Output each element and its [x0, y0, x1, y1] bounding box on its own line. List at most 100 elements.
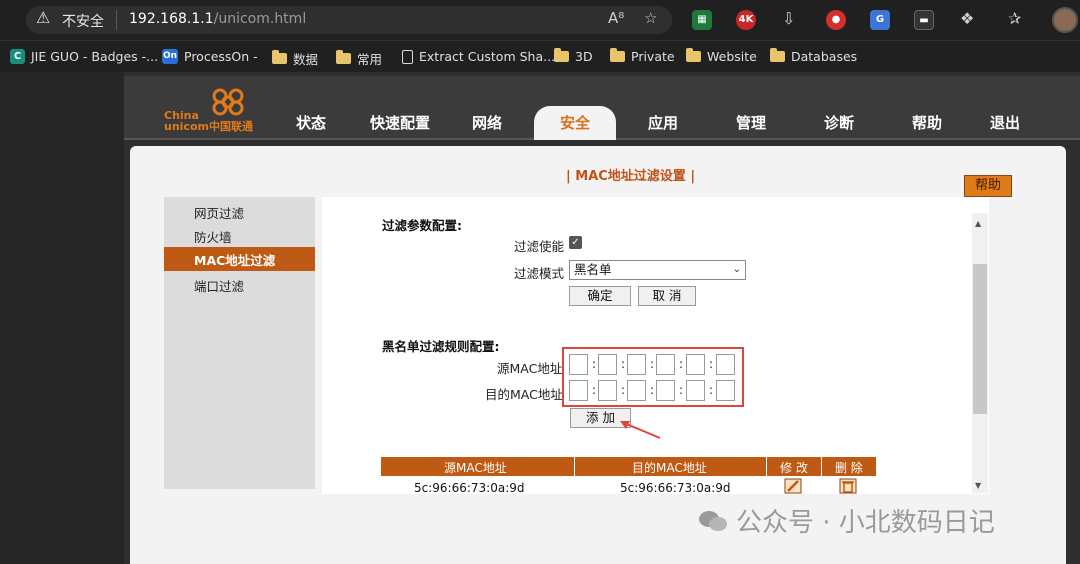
- src-mac-octet-1[interactable]: [569, 354, 588, 375]
- row-dst-mac: 5c:96:66:73:0a:9d: [620, 481, 731, 495]
- bookmark-c-icon: C: [10, 49, 25, 64]
- src-mac-octet-4[interactable]: [656, 354, 675, 375]
- filter-enable-label: 过滤使能: [514, 239, 565, 254]
- filter-mode-value: 黑名单: [574, 262, 612, 277]
- dst-mac-octet-1[interactable]: [569, 380, 588, 401]
- bookmark-label: JIE GUO - Badges -...: [31, 49, 159, 64]
- scroll-up-arrow-icon[interactable]: ▲: [975, 219, 981, 228]
- row-src-mac: 5c:96:66:73:0a:9d: [414, 481, 525, 495]
- nav-security[interactable]: 安全: [560, 112, 590, 133]
- sidebar-item-mac-filter-label: MAC地址过滤: [194, 253, 276, 268]
- bookmark-processon[interactable]: On ProcessOn -: [162, 49, 258, 64]
- url-path: /unicom.html: [213, 11, 307, 27]
- chevron-down-icon: ⌄: [732, 264, 741, 275]
- bookmark-label: Website: [707, 49, 757, 64]
- logo-line-2: unicom中国联通: [164, 120, 253, 133]
- page-left-margin: [0, 72, 124, 564]
- nav-manage[interactable]: 管理: [736, 112, 766, 133]
- src-mac-label: 源MAC地址: [497, 361, 563, 376]
- col-separator: [574, 457, 575, 494]
- watermark-text: 公众号 · 小北数码日记: [736, 508, 995, 538]
- mac-colon: :: [592, 383, 597, 397]
- col-edit: 修 改: [780, 461, 808, 475]
- nav-status[interactable]: 状态: [296, 112, 326, 133]
- insecure-label[interactable]: 不安全: [62, 11, 104, 31]
- dst-mac-octet-4[interactable]: [656, 380, 675, 401]
- security-sidebar: [164, 197, 315, 489]
- filter-mode-label: 过滤模式: [514, 266, 565, 281]
- bookmark-label: 常用: [357, 52, 383, 67]
- bookmark-extract[interactable]: Extract Custom Sha...: [402, 49, 555, 64]
- extension-terminal-icon[interactable]: ▬: [914, 10, 934, 30]
- browser-toolbar: ⚠ 不安全 192.168.1.1/unicom.html A⁸ ☆ ▦ 4K …: [0, 0, 1080, 40]
- url-text[interactable]: 192.168.1.1/unicom.html: [129, 11, 306, 27]
- download-arrow-icon[interactable]: ⇩: [782, 9, 795, 28]
- nav-logout[interactable]: 退出: [990, 112, 1020, 133]
- edit-pencil-icon[interactable]: [783, 478, 803, 494]
- blacklist-title: 黑名单过滤规则配置:: [382, 339, 500, 354]
- bookmark-label: Private: [631, 49, 675, 64]
- bookmark-label: 3D: [575, 49, 593, 64]
- delete-trash-icon[interactable]: [838, 478, 858, 494]
- document-icon: [402, 49, 413, 64]
- nav-diagnose[interactable]: 诊断: [824, 112, 854, 133]
- extension-4k-icon[interactable]: 4K: [736, 10, 756, 30]
- favorites-icon[interactable]: ✰: [1008, 9, 1021, 28]
- wechat-icon: [699, 510, 727, 531]
- confirm-button[interactable]: 确定: [569, 286, 631, 306]
- folder-icon: [610, 48, 625, 62]
- bookmark-on-icon: On: [162, 49, 178, 64]
- src-mac-octet-6[interactable]: [716, 354, 735, 375]
- bookmark-folder-data[interactable]: 数据: [272, 49, 318, 68]
- mac-colon: :: [679, 357, 684, 371]
- extension-translate-icon[interactable]: G: [870, 10, 890, 30]
- red-arrow-annotation-icon: [620, 421, 661, 439]
- folder-icon: [554, 48, 569, 62]
- favorite-add-icon[interactable]: ☆: [644, 9, 657, 27]
- bookmark-label: Databases: [791, 49, 858, 64]
- src-mac-octet-2[interactable]: [598, 354, 617, 375]
- extension-sheets-icon[interactable]: ▦: [692, 10, 712, 30]
- nav-help[interactable]: 帮助: [912, 112, 942, 133]
- col-separator: [821, 457, 822, 494]
- scroll-down-arrow-icon[interactable]: ▼: [975, 481, 981, 490]
- mac-colon: :: [650, 357, 655, 371]
- bookmark-folder-common[interactable]: 常用: [336, 49, 382, 68]
- mac-colon: :: [621, 383, 626, 397]
- address-bar[interactable]: [26, 6, 672, 34]
- dst-mac-octet-3[interactable]: [627, 380, 646, 401]
- src-mac-octet-5[interactable]: [686, 354, 705, 375]
- mac-colon: :: [592, 357, 597, 371]
- extension-red-icon[interactable]: ●: [826, 10, 846, 30]
- cancel-button[interactable]: 取 消: [638, 286, 696, 306]
- nav-quick-config[interactable]: 快速配置: [370, 112, 430, 133]
- filter-mode-select[interactable]: 黑名单 ⌄: [569, 260, 746, 280]
- bookmark-folder-databases[interactable]: Databases: [770, 48, 858, 64]
- nav-network[interactable]: 网络: [472, 112, 502, 133]
- dst-mac-octet-2[interactable]: [598, 380, 617, 401]
- bookmark-folder-website[interactable]: Website: [686, 48, 757, 64]
- profile-avatar[interactable]: [1052, 7, 1078, 33]
- bookmark-folder-3d[interactable]: 3D: [554, 48, 593, 64]
- mac-colon: :: [679, 383, 684, 397]
- extensions-puzzle-icon[interactable]: ❖: [960, 9, 974, 28]
- folder-icon: [336, 50, 351, 64]
- scrollbar-thumb[interactable]: [973, 264, 987, 414]
- unicom-logo: China unicom中国联通: [164, 86, 254, 134]
- bookmark-folder-private[interactable]: Private: [610, 48, 675, 64]
- logo-text: China unicom中国联通: [164, 110, 253, 132]
- bookmark-jie-guo[interactable]: C JIE GUO - Badges -...: [10, 49, 158, 64]
- warning-icon[interactable]: ⚠: [36, 8, 50, 27]
- sidebar-item-web-filter[interactable]: 网页过滤: [194, 203, 244, 222]
- src-mac-octet-3[interactable]: [627, 354, 646, 375]
- wechat-watermark: 公众号 · 小北数码日记: [698, 502, 995, 539]
- read-aloud-icon[interactable]: A⁸: [608, 9, 624, 27]
- help-button[interactable]: 帮助: [964, 175, 1012, 197]
- dst-mac-octet-5[interactable]: [686, 380, 705, 401]
- nav-apps[interactable]: 应用: [648, 112, 678, 133]
- sidebar-item-port-filter[interactable]: 端口过滤: [194, 276, 244, 295]
- url-host: 192.168.1.1: [129, 11, 214, 27]
- sidebar-item-firewall[interactable]: 防火墙: [194, 227, 232, 246]
- filter-enable-checkbox[interactable]: ✓: [569, 236, 582, 249]
- dst-mac-octet-6[interactable]: [716, 380, 735, 401]
